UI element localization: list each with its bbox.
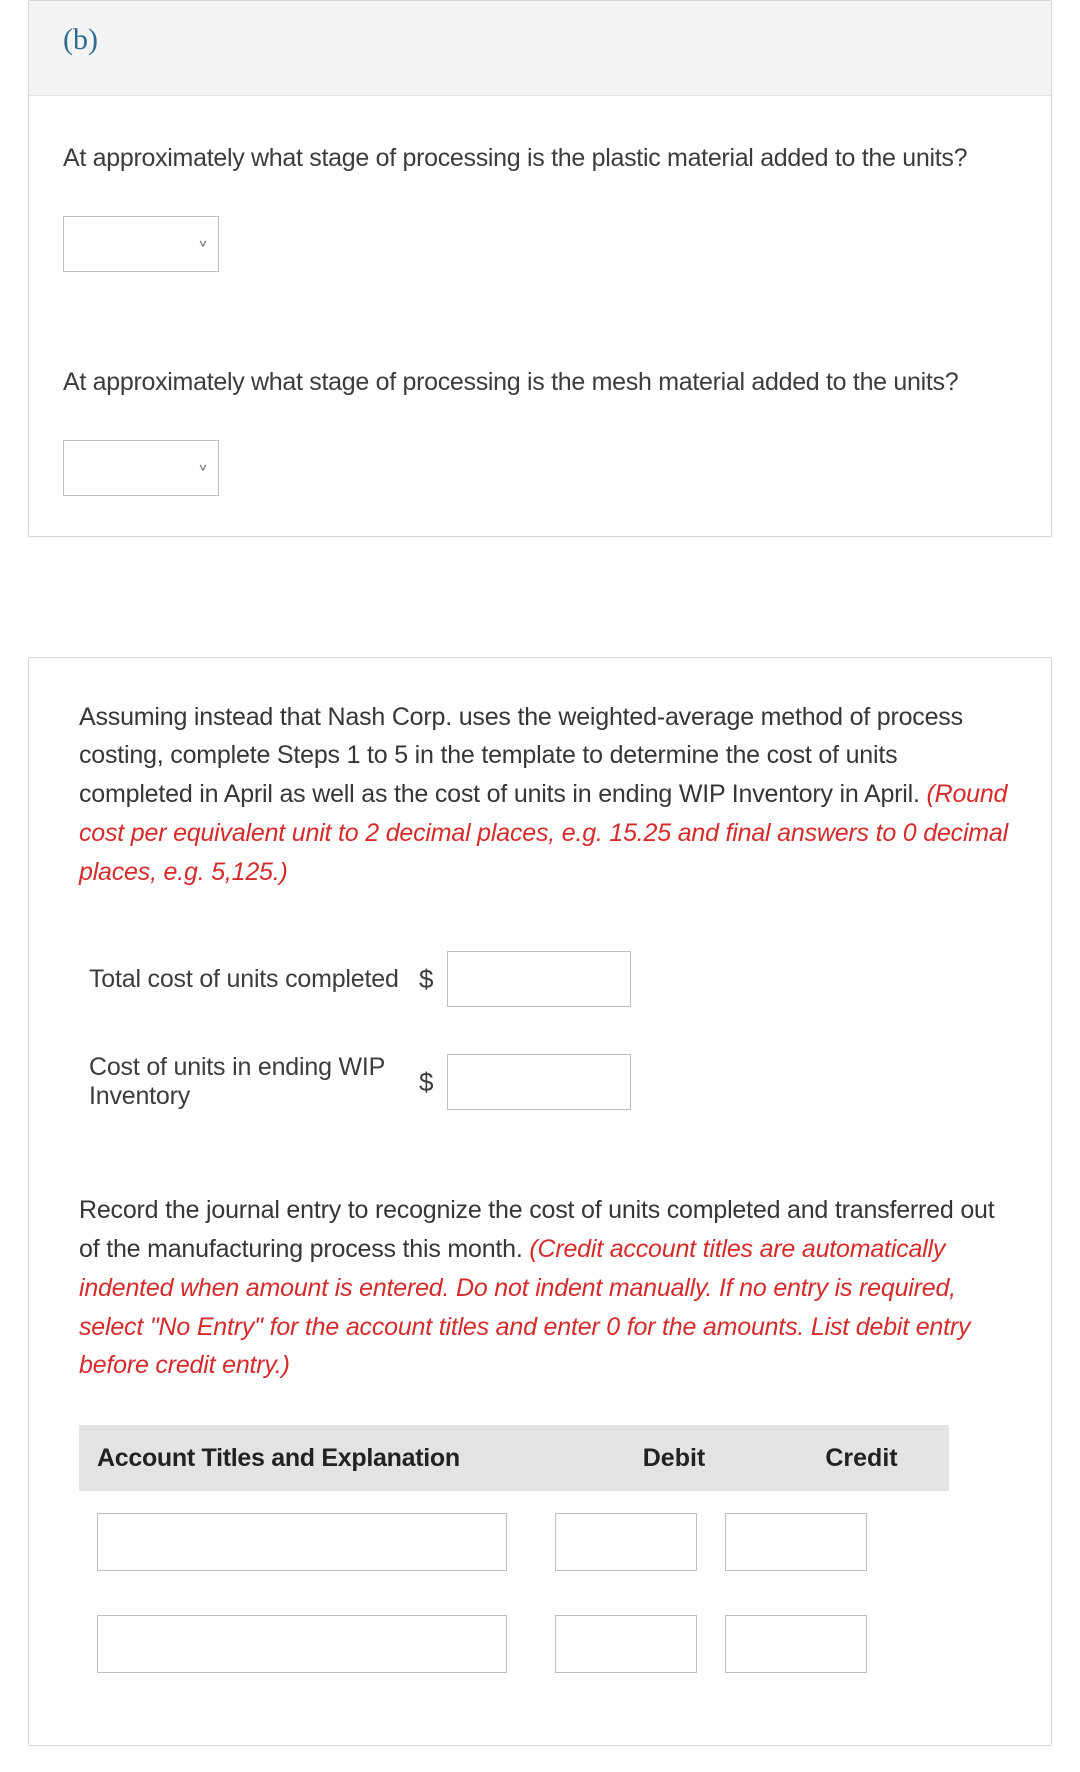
table-row bbox=[79, 1491, 949, 1593]
weighted-intro-text: Assuming instead that Nash Corp. uses th… bbox=[79, 703, 963, 809]
input-ending-wip[interactable] bbox=[447, 1054, 631, 1110]
credit-input[interactable] bbox=[725, 1615, 867, 1673]
col-credit: Credit bbox=[774, 1444, 949, 1473]
account-title-input[interactable] bbox=[97, 1513, 507, 1571]
plastic-stage-select[interactable]: ∨ bbox=[63, 216, 219, 272]
row-ending-wip: Cost of units in ending WIP Inventory $ bbox=[89, 1053, 1011, 1111]
table-row bbox=[79, 1593, 949, 1695]
debit-input[interactable] bbox=[555, 1513, 697, 1571]
chevron-down-icon: ∨ bbox=[198, 238, 208, 250]
question-plastic-stage: At approximately what stage of processin… bbox=[63, 142, 1017, 176]
journal-entry-table: Account Titles and Explanation Debit Cre… bbox=[79, 1425, 949, 1695]
label-ending-wip: Cost of units in ending WIP Inventory bbox=[89, 1053, 419, 1111]
question-mesh-stage: At approximately what stage of processin… bbox=[63, 366, 1017, 400]
debit-input[interactable] bbox=[555, 1615, 697, 1673]
col-debit: Debit bbox=[574, 1444, 774, 1473]
weighted-average-card: Assuming instead that Nash Corp. uses th… bbox=[28, 657, 1052, 1747]
credit-input[interactable] bbox=[725, 1513, 867, 1571]
currency-symbol: $ bbox=[419, 964, 447, 995]
je-table-header: Account Titles and Explanation Debit Cre… bbox=[79, 1425, 949, 1491]
row-total-completed: Total cost of units completed $ bbox=[89, 951, 1011, 1007]
input-total-completed[interactable] bbox=[447, 951, 631, 1007]
part-b-card: (b) At approximately what stage of proce… bbox=[28, 0, 1052, 537]
chevron-down-icon: ∨ bbox=[198, 462, 208, 474]
label-total-completed: Total cost of units completed bbox=[89, 965, 419, 994]
currency-symbol: $ bbox=[419, 1067, 447, 1098]
part-b-label: (b) bbox=[63, 23, 98, 56]
part-b-body: At approximately what stage of processin… bbox=[29, 96, 1051, 536]
col-account-titles: Account Titles and Explanation bbox=[79, 1444, 574, 1473]
mesh-stage-select[interactable]: ∨ bbox=[63, 440, 219, 496]
journal-entry-prompt: Record the journal entry to recognize th… bbox=[79, 1191, 1011, 1385]
account-title-input[interactable] bbox=[97, 1615, 507, 1673]
weighted-intro: Assuming instead that Nash Corp. uses th… bbox=[79, 698, 1011, 892]
part-b-header: (b) bbox=[29, 1, 1051, 96]
